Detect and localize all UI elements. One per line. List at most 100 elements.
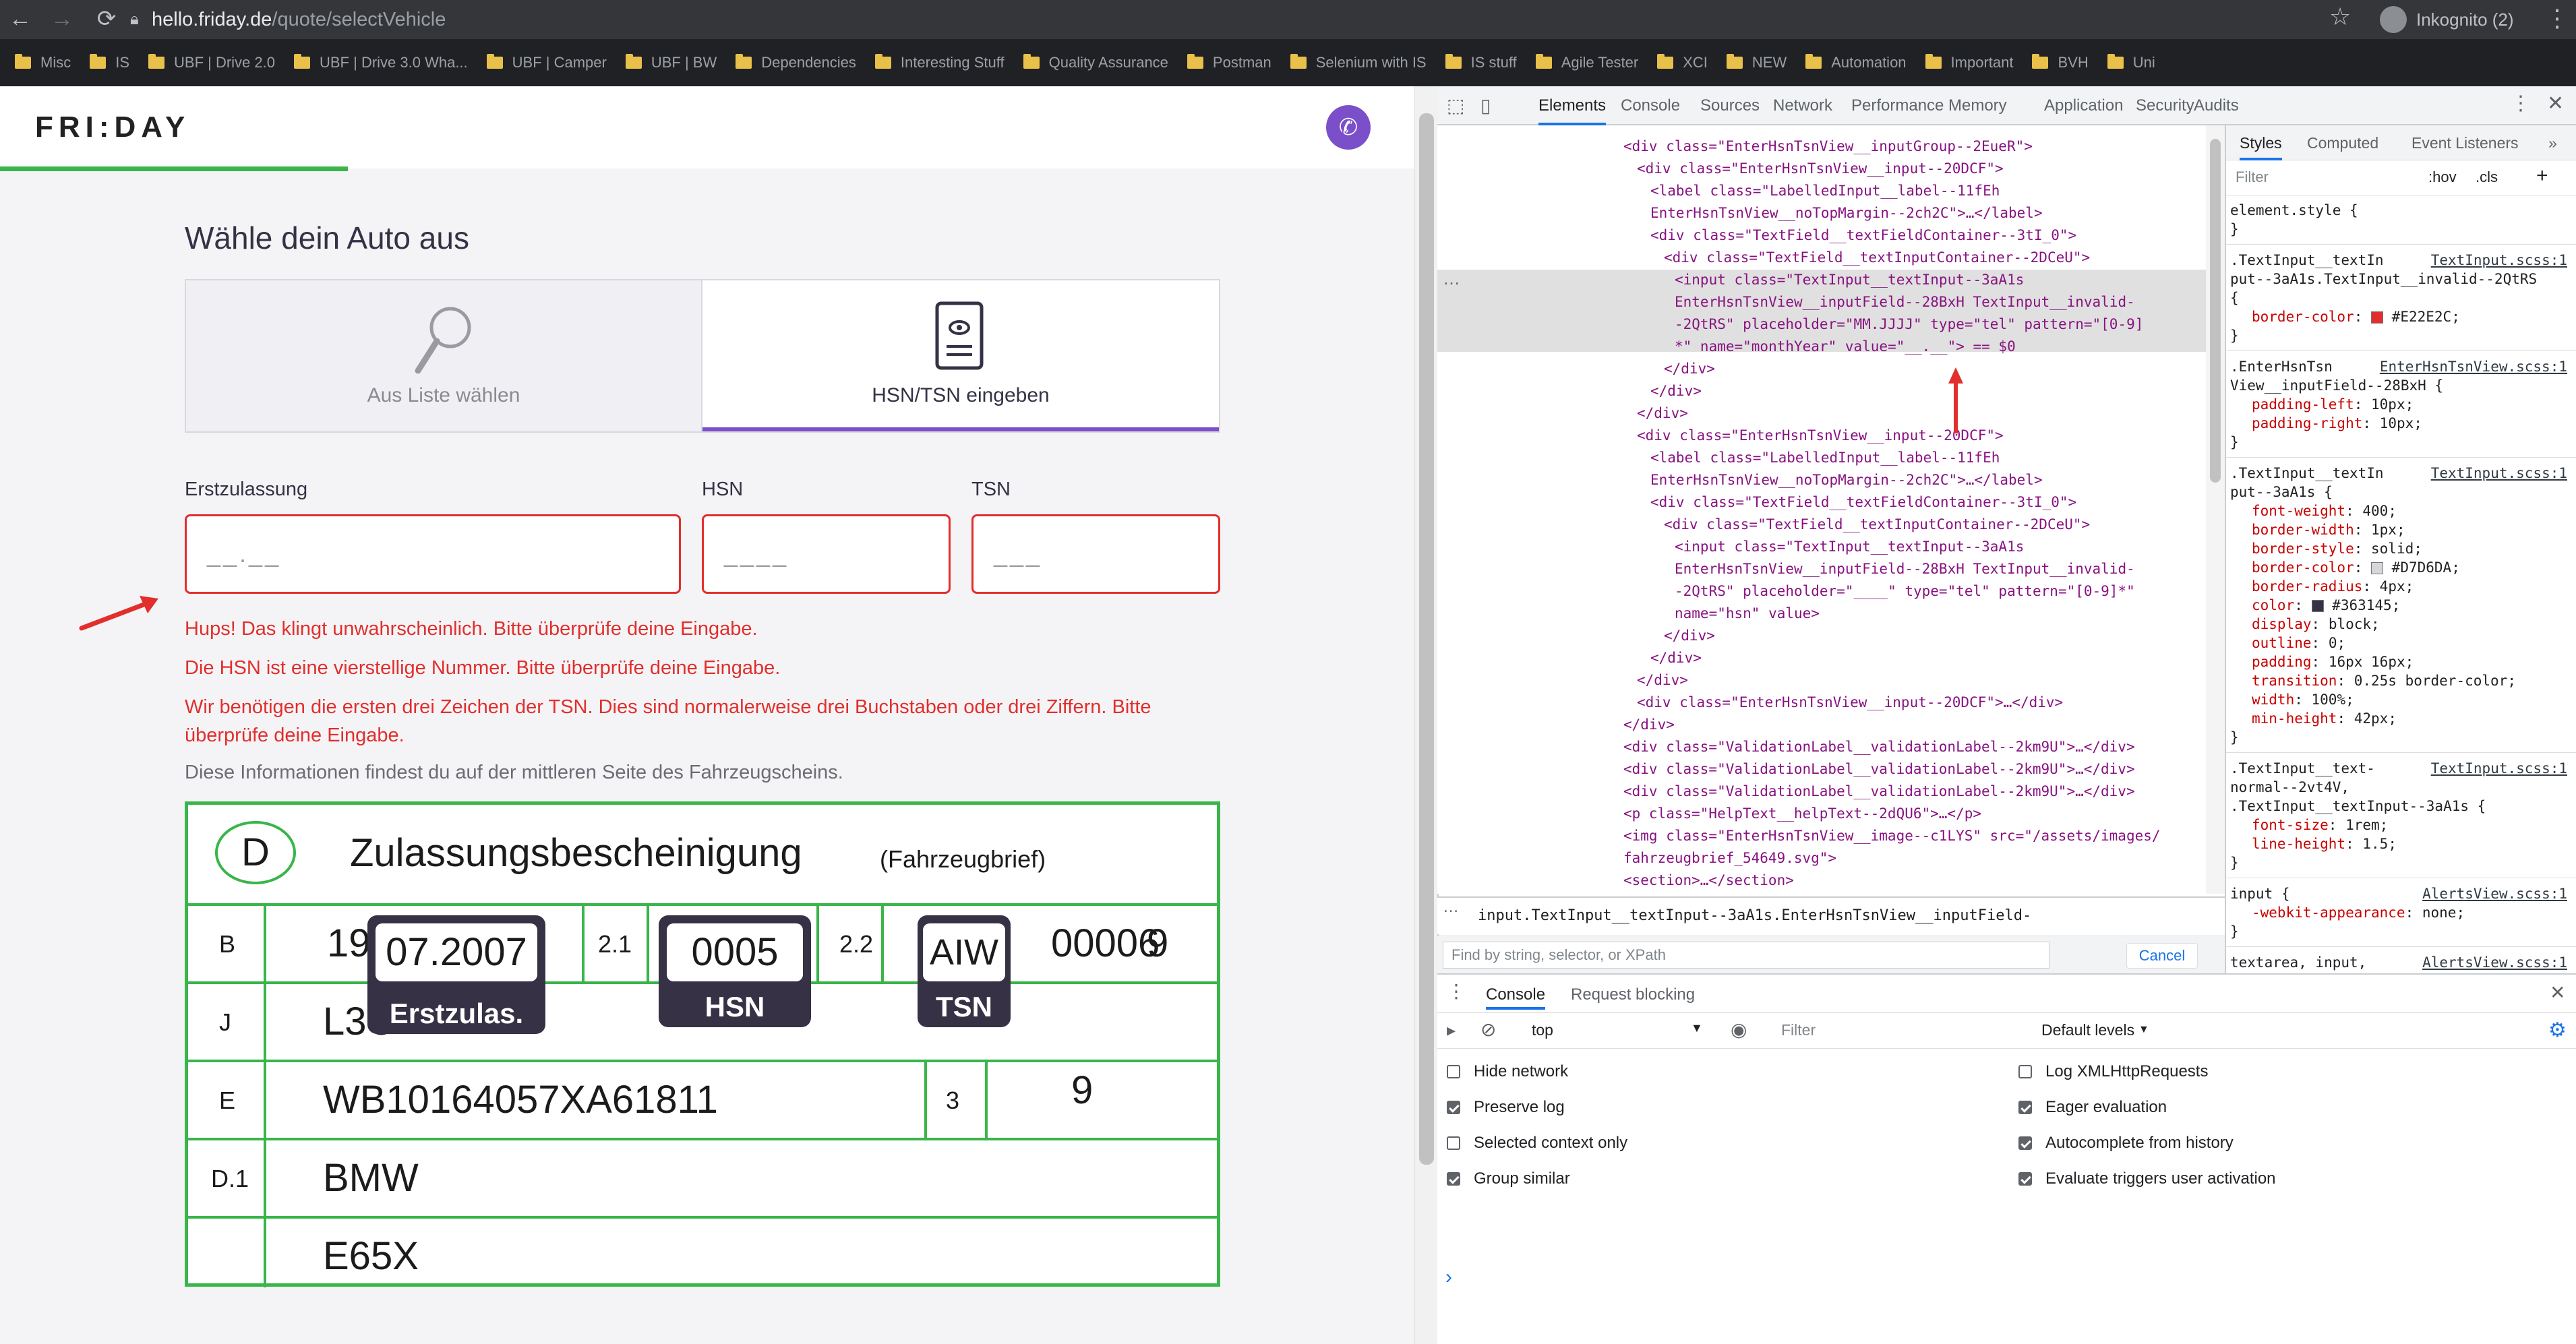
console-prompt[interactable]: › [1445,1266,1452,1289]
clear-console-icon[interactable]: ⊘ [1480,1018,1496,1041]
code-line[interactable]: </div> [1623,713,1675,736]
back-icon[interactable]: ← [5,4,35,34]
bookmark-item[interactable]: Misc [15,54,71,71]
url-field[interactable]: hello.friday.de/quote/selectVehicle [152,4,446,35]
code-line[interactable]: <p class="HelpText__helpText--2dQU6">…</… [1623,802,1981,825]
style-rule[interactable]: .EnterHsnTsn View__inputField--28BxH {Ent… [2230,357,2567,452]
bookmark-star-icon[interactable]: ☆ [2329,3,2351,31]
checkbox[interactable] [2018,1101,2032,1114]
bookmark-item[interactable]: UBF | Camper [486,54,607,71]
style-rule[interactable]: textarea, input, AlertsView.scss:1 [2230,953,2567,972]
tab-hsn-tsn[interactable]: HSN/TSN eingeben [702,280,1219,431]
code-line[interactable]: </div> [1650,379,1702,402]
tab-styles[interactable]: Styles [2240,125,2282,160]
style-property[interactable]: border-width: 1px; [2230,520,2567,539]
code-line[interactable]: <div class="EnterHsnTsnView__input--20DC… [1637,691,2063,714]
style-property[interactable]: min-height: 42px; [2230,709,2567,728]
console-option[interactable]: Hide network [1447,1062,1568,1081]
profile-button[interactable]: Inkognito (2) [2380,5,2514,34]
code-line[interactable]: *" name="monthYear" value="__.__"> == $0 [1675,335,2016,358]
style-rule[interactable]: .TextInput__textIn put--3aA1s {TextInput.… [2230,464,2567,747]
bookmark-item[interactable]: UBF | Drive 2.0 [148,54,275,71]
style-property[interactable]: padding-left: 10px; [2230,395,2567,414]
style-property[interactable]: border-radius: 4px; [2230,577,2567,596]
cancel-button[interactable]: Cancel [2126,943,2198,969]
find-input[interactable]: Find by string, selector, or XPath [1443,942,2049,969]
code-line[interactable]: <input class="TextInput__textInput--3aA1… [1675,535,2024,558]
style-property[interactable]: border-style: solid; [2230,539,2567,558]
tab-computed[interactable]: Computed [2307,125,2378,160]
checkbox[interactable] [2018,1136,2032,1150]
bookmark-item[interactable]: UBF | Drive 3.0 Wha... [294,54,468,71]
phone-icon[interactable]: ✆ [1326,105,1371,150]
code-line[interactable]: EnterHsnTsnView__noTopMargin--2ch2C">…</… [1650,202,2043,224]
style-property[interactable]: width: 100%; [2230,690,2567,709]
hov-toggle[interactable]: :hov [2428,169,2457,186]
log-levels-select[interactable]: Default levels [2041,1021,2134,1039]
color-swatch[interactable] [2311,600,2324,612]
tab-security[interactable]: Security [2136,86,2194,125]
rule-source-link[interactable]: TextInput.scss:1 [2431,464,2567,483]
code-line[interactable]: <label class="LabelledInput__label--11fE… [1650,446,2000,469]
tab-console-drawer[interactable]: Console [1486,980,1546,1010]
code-line[interactable]: EnterHsnTsnView__inputField--28BxH TextI… [1675,291,2135,313]
code-line[interactable]: -2QtRS" placeholder="____" type="tel" pa… [1675,580,2135,603]
bookmark-item[interactable]: UBF | BW [625,54,717,71]
bookmark-item[interactable]: Postman [1187,54,1271,71]
code-line[interactable]: </div> [1664,624,1715,647]
console-option[interactable]: Group similar [1447,1169,1570,1188]
style-rule[interactable]: input {AlertsView.scss:1 -webkit-appearan… [2230,884,2567,941]
drawer-menu-icon[interactable]: ⋮ [1447,980,1466,1002]
bookmark-item[interactable]: NEW [1726,54,1787,71]
elements-scrollbar[interactable] [2206,125,2225,894]
menu-icon[interactable]: ⋮ [2545,4,2569,32]
live-expression-icon[interactable]: ◉ [1731,1018,1747,1041]
code-line[interactable]: </div> [1637,669,1688,692]
tab-request-blocking[interactable]: Request blocking [1571,980,1695,1010]
code-line[interactable]: <div class="TextField__textFieldContaine… [1650,224,2076,247]
checkbox[interactable] [2018,1065,2032,1078]
color-swatch[interactable] [2371,311,2384,324]
bookmark-item[interactable]: Dependencies [736,54,856,71]
bookmark-item[interactable]: IS stuff [1445,54,1517,71]
bookmark-item[interactable]: Automation [1805,54,1907,71]
code-line[interactable]: <div class="ValidationLabel__validationL… [1623,758,2135,781]
rule-source-link[interactable]: TextInput.scss:1 [2431,251,2567,270]
bookmark-item[interactable]: Quality Assurance [1023,54,1168,71]
code-line[interactable]: <label class="LabelledInput__label--11fE… [1650,179,2000,202]
console-option[interactable]: Evaluate triggers user activation [2018,1169,2276,1188]
rule-source-link[interactable]: AlertsView.scss:1 [2422,884,2567,903]
console-settings-icon[interactable]: ⚙ [2548,1018,2567,1042]
code-line[interactable]: <div class="EnterHsnTsnView__input--20DC… [1637,157,2004,180]
tab-elements[interactable]: Elements [1538,86,1607,125]
code-line[interactable]: </div> [1664,357,1715,380]
tsn-field[interactable]: ___ [971,514,1220,594]
checkbox[interactable] [1447,1101,1460,1114]
elements-code[interactable]: <div class="EnterHsnTsnView__inputGroup-… [1437,125,2206,894]
checkbox[interactable] [1447,1065,1460,1078]
code-line[interactable]: <div class="EnterHsnTsnView__inputGroup-… [1623,135,2033,158]
bookmark-item[interactable]: Uni [2107,54,2155,71]
device-toolbar-icon[interactable]: ▯ [1480,94,1491,117]
devtools-menu-icon[interactable]: ⋮ [2511,92,2531,115]
style-property[interactable]: font-weight: 400; [2230,501,2567,520]
code-line[interactable]: <div class="ValidationLabel__validationL… [1623,780,2135,803]
sidebar-toggle-icon[interactable]: ▸ [1447,1020,1456,1041]
code-line[interactable]: <img class="EnterHsnTsnView__image--c1LY… [1623,824,2161,847]
add-rule-icon[interactable]: + [2536,164,2548,187]
scrollbar-thumb[interactable] [1419,113,1434,1165]
style-property[interactable]: line-height: 1.5; [2230,834,2567,853]
color-swatch[interactable] [2371,562,2384,574]
style-rule[interactable]: element.style {} [2230,201,2567,239]
style-property[interactable]: border-color: #D7D6DA; [2230,558,2567,577]
console-option[interactable]: Preserve log [1447,1098,1565,1117]
tab-performance[interactable]: Performance [1851,86,1944,125]
levels-dropdown-icon[interactable]: ▼ [2138,1024,2149,1036]
tab-audits[interactable]: Audits [2194,86,2239,125]
code-line[interactable]: EnterHsnTsnView__inputField--28BxH TextI… [1675,557,2135,580]
bookmark-item[interactable]: BVH [2032,54,2089,71]
code-line[interactable]: -2QtRS" placeholder="MM.JJJJ" type="tel"… [1675,313,2143,336]
code-line[interactable]: <div class="TextField__textFieldContaine… [1650,491,2076,514]
overflow-tabs-icon[interactable]: » [2548,125,2557,160]
friday-logo[interactable]: FRI:DAY [35,111,190,144]
